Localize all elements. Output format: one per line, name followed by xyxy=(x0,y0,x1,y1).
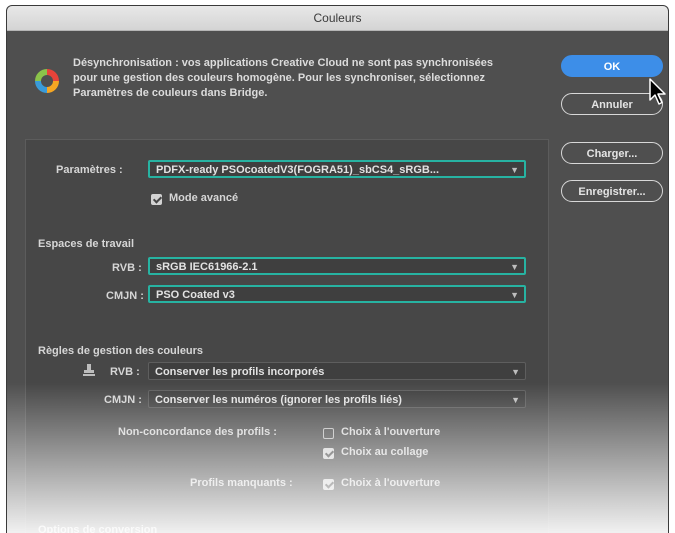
mismatch-paste-label: Choix au collage xyxy=(341,446,429,458)
chevron-down-icon: ▼ xyxy=(510,165,519,175)
settings-panel: Paramètres : PDFX-ready PSOcoatedV3(FOGR… xyxy=(25,139,549,533)
mouse-pointer-icon xyxy=(649,78,666,105)
sync-warning-text: Désynchronisation : vos applications Cre… xyxy=(73,57,493,99)
creative-cloud-sync-icon xyxy=(35,69,59,93)
working-cmyk-value: PSO Coated v3 xyxy=(156,289,235,301)
working-spaces-title: Espaces de travail xyxy=(38,238,135,250)
working-rgb-dropdown[interactable]: sRGB IEC61966-2.1 ▼ xyxy=(148,257,526,275)
policy-cmyk-dropdown[interactable]: Conserver les numéros (ignorer les profi… xyxy=(148,390,526,408)
policy-rgb-value: Conserver les profils incorporés xyxy=(155,366,325,378)
mismatch-open-label: Choix à l'ouverture xyxy=(341,426,441,438)
save-button[interactable]: Enregistrer... xyxy=(561,180,663,202)
advanced-mode-label: Mode avancé xyxy=(169,192,239,204)
load-button[interactable]: Charger... xyxy=(561,142,663,164)
settings-dropdown-value: PDFX-ready PSOcoatedV3(FOGRA51)_sbCS4_sR… xyxy=(156,164,440,176)
settings-dropdown[interactable]: PDFX-ready PSOcoatedV3(FOGRA51)_sbCS4_sR… xyxy=(148,160,526,178)
colour-settings-dialog: Couleurs Désynchronisation : vos applica… xyxy=(7,6,668,533)
chevron-down-icon: ▼ xyxy=(511,367,520,377)
dialog-title: Couleurs xyxy=(7,6,668,31)
policies-title: Règles de gestion des couleurs xyxy=(38,345,204,357)
dialog-content: Désynchronisation : vos applications Cre… xyxy=(7,31,668,533)
stamp-icon xyxy=(83,364,95,376)
policy-rgb-label: RVB : xyxy=(110,366,140,378)
mismatch-label: Non-concordance des profils : xyxy=(118,426,277,438)
ok-button[interactable]: OK xyxy=(561,55,663,77)
working-rgb-value: sRGB IEC61966-2.1 xyxy=(156,261,258,273)
missing-open-label: Choix à l'ouverture xyxy=(341,477,441,489)
chevron-down-icon: ▼ xyxy=(510,262,519,272)
chevron-down-icon: ▼ xyxy=(511,395,520,405)
conversion-title: Options de conversion xyxy=(38,524,158,533)
missing-profiles-label: Profils manquants : xyxy=(190,477,293,489)
mismatch-paste-checkbox[interactable] xyxy=(323,448,334,459)
advanced-mode-checkbox[interactable] xyxy=(151,194,162,205)
working-cmyk-label: CMJN : xyxy=(106,290,144,302)
working-cmyk-dropdown[interactable]: PSO Coated v3 ▼ xyxy=(148,285,526,303)
policy-rgb-dropdown[interactable]: Conserver les profils incorporés ▼ xyxy=(148,362,526,380)
chevron-down-icon: ▼ xyxy=(510,290,519,300)
policy-cmyk-value: Conserver les numéros (ignorer les profi… xyxy=(155,394,402,406)
policy-cmyk-label: CMJN : xyxy=(104,394,142,406)
working-rgb-label: RVB : xyxy=(112,262,142,274)
missing-open-checkbox[interactable] xyxy=(323,479,334,490)
settings-label: Paramètres : xyxy=(56,164,123,176)
mismatch-open-checkbox[interactable] xyxy=(323,428,334,439)
